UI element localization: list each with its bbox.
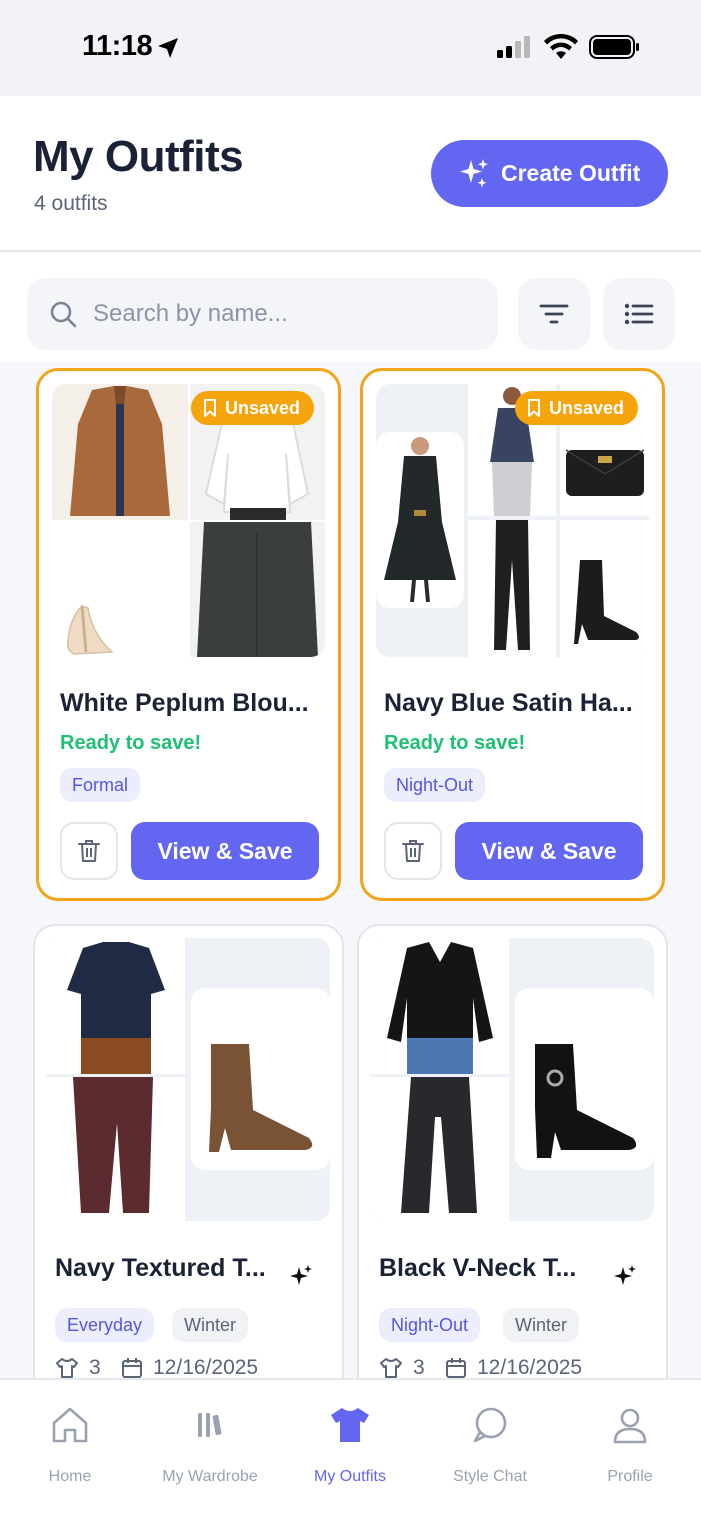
card-title: Black V-Neck T... bbox=[379, 1254, 577, 1282]
nav-label: Home bbox=[48, 1468, 92, 1485]
tag: Everyday bbox=[55, 1308, 155, 1342]
black-pants-image bbox=[468, 520, 556, 657]
view-save-button[interactable]: View & Save bbox=[131, 822, 319, 880]
tag: Night-Out bbox=[379, 1308, 481, 1342]
battery-icon bbox=[589, 35, 639, 59]
filter-icon bbox=[539, 304, 569, 324]
search-icon bbox=[50, 301, 77, 328]
calendar-icon bbox=[122, 1358, 142, 1378]
home-icon bbox=[50, 1404, 90, 1446]
card-status: Ready to save! bbox=[384, 732, 526, 754]
list-view-button[interactable] bbox=[603, 278, 675, 350]
dark-coat-image bbox=[376, 432, 464, 608]
tag: Winter bbox=[503, 1308, 580, 1342]
trash-icon bbox=[78, 840, 100, 862]
navy-top-image bbox=[47, 938, 185, 1074]
page-header: My Outfits 4 outfits Create Outfit bbox=[0, 96, 701, 252]
ai-sparkle-icon bbox=[614, 1265, 636, 1285]
black-ankle-boot-image bbox=[515, 988, 654, 1170]
status-bar: 11:18 bbox=[0, 0, 701, 96]
card-status: Ready to save! bbox=[60, 732, 202, 754]
filter-button[interactable] bbox=[518, 278, 590, 350]
tag: Formal bbox=[60, 768, 141, 802]
list-icon bbox=[624, 303, 654, 325]
unsaved-badge: Unsaved bbox=[191, 391, 315, 425]
outfit-count: 4 outfits bbox=[34, 192, 108, 215]
nav-item-style-chat[interactable]: Style Chat bbox=[420, 1380, 560, 1520]
chat-icon bbox=[470, 1404, 510, 1446]
create-outfit-label: Create Outfit bbox=[501, 160, 641, 186]
location-arrow-icon bbox=[158, 38, 178, 58]
tag: Winter bbox=[172, 1308, 249, 1342]
view-save-button[interactable]: View & Save bbox=[455, 822, 643, 880]
nav-item-wardrobe[interactable]: My Wardrobe bbox=[140, 1380, 280, 1520]
nav-item-home[interactable]: Home bbox=[0, 1380, 140, 1520]
burgundy-pants-image bbox=[47, 1077, 185, 1221]
outfit-grid: Unsaved White Peplum Blou... Ready to sa… bbox=[0, 362, 701, 1378]
wifi-icon bbox=[544, 34, 578, 59]
nav-label: Profile bbox=[607, 1468, 653, 1485]
ai-sparkle-icon bbox=[290, 1265, 312, 1285]
flare-jeans-image bbox=[371, 1077, 509, 1221]
delete-button[interactable] bbox=[60, 822, 118, 880]
outfit-card[interactable]: Navy Textured T... Everyday Winter 3 12/… bbox=[33, 924, 344, 1378]
unsaved-badge: Unsaved bbox=[515, 391, 639, 425]
bottom-nav: Home My Wardrobe My Outfits Style Chat P… bbox=[0, 1378, 701, 1520]
search-box[interactable] bbox=[27, 278, 498, 350]
card-title: Navy Textured T... bbox=[55, 1254, 266, 1282]
nav-label: Style Chat bbox=[453, 1468, 527, 1485]
badge-label: Unsaved bbox=[225, 397, 301, 418]
nav-label: My Wardrobe bbox=[162, 1468, 258, 1485]
skirt-image bbox=[190, 522, 325, 657]
page-title: My Outfits bbox=[33, 132, 244, 181]
bookmark-icon bbox=[528, 399, 540, 417]
tshirt-outline-icon bbox=[380, 1358, 402, 1378]
card-title: Navy Blue Satin Ha... bbox=[384, 689, 633, 717]
card-title: White Peplum Blou... bbox=[60, 689, 309, 717]
profile-icon bbox=[610, 1404, 650, 1446]
status-time: 11:18 bbox=[82, 30, 153, 62]
nav-item-outfits[interactable]: My Outfits bbox=[280, 1380, 420, 1520]
item-count: 3 bbox=[379, 1356, 425, 1378]
signal-icon bbox=[497, 36, 530, 58]
outfit-card[interactable]: Unsaved White Peplum Blou... Ready to sa… bbox=[36, 368, 341, 901]
black-vneck-image bbox=[371, 938, 509, 1074]
outfit-card[interactable]: Black V-Neck T... Night-Out Winter 3 12/… bbox=[357, 924, 668, 1378]
outfit-card[interactable]: Unsaved Navy Blue Satin Ha... Ready to s… bbox=[360, 368, 665, 901]
created-date: 12/16/2025 bbox=[121, 1356, 258, 1378]
badge-label: Unsaved bbox=[549, 397, 625, 418]
black-boot-image bbox=[560, 520, 649, 657]
tag: Night-Out bbox=[384, 768, 486, 802]
delete-button[interactable] bbox=[384, 822, 442, 880]
brown-boot-image bbox=[191, 988, 330, 1170]
trash-icon bbox=[402, 840, 424, 862]
nav-label: My Outfits bbox=[313, 1468, 386, 1485]
search-row bbox=[0, 252, 701, 362]
tshirt-outline-icon bbox=[56, 1358, 78, 1378]
item-count: 3 bbox=[55, 1356, 101, 1378]
created-date: 12/16/2025 bbox=[445, 1356, 582, 1378]
wardrobe-icon bbox=[190, 1404, 230, 1446]
bookmark-icon bbox=[204, 399, 216, 417]
create-outfit-button[interactable]: Create Outfit bbox=[431, 140, 668, 207]
tshirt-icon bbox=[329, 1404, 371, 1446]
search-input[interactable] bbox=[93, 300, 473, 328]
nav-item-profile[interactable]: Profile bbox=[560, 1380, 700, 1520]
outfit-collage bbox=[47, 938, 330, 1221]
coat-image bbox=[52, 384, 188, 520]
outfit-collage bbox=[371, 938, 654, 1221]
calendar-icon bbox=[446, 1358, 466, 1378]
sparkle-icon bbox=[460, 158, 488, 187]
pumps-image bbox=[52, 522, 188, 657]
